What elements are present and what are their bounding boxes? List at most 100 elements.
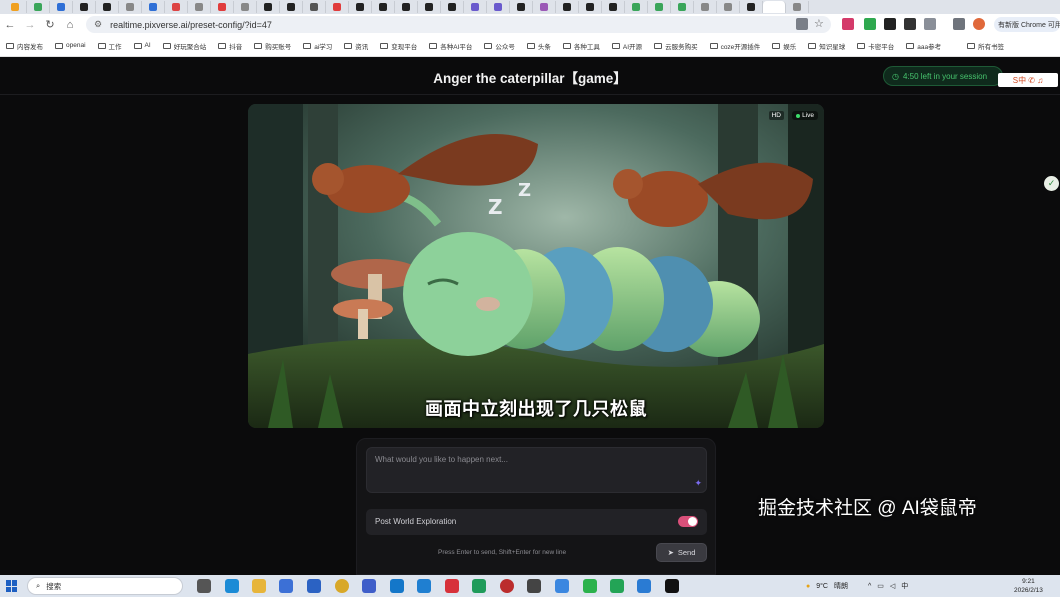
bookmark-item[interactable]: 各种工具: [562, 41, 600, 51]
bookmark-item[interactable]: 资讯: [344, 41, 368, 51]
browser-tab[interactable]: [418, 1, 441, 13]
extension-icon-1[interactable]: [842, 18, 854, 30]
back-icon[interactable]: ←: [0, 15, 20, 35]
browser-tab[interactable]: [211, 1, 234, 13]
browser-tab[interactable]: [119, 1, 142, 13]
taskbar-clock[interactable]: 9:21 2026/2/13: [1014, 577, 1043, 595]
browser-tab[interactable]: [487, 1, 510, 13]
bookmark-item[interactable]: 头条: [526, 41, 551, 51]
tray-chevron-icon[interactable]: ^: [868, 583, 871, 590]
browser-tab[interactable]: [395, 1, 418, 13]
site-info-icon[interactable]: ⚙: [94, 19, 102, 30]
browser-tab[interactable]: [4, 1, 27, 13]
app-icon-14[interactable]: [555, 579, 569, 593]
bookmark-item[interactable]: 卡密平台: [857, 41, 894, 51]
bookmark-item[interactable]: AI: [133, 42, 151, 49]
browser-tab[interactable]: [73, 1, 96, 13]
browser-tab[interactable]: [257, 1, 280, 13]
ime-toolbar[interactable]: S中 ✆ ♫: [998, 73, 1058, 87]
edge-app-icon[interactable]: [225, 579, 239, 593]
prompt-input[interactable]: [375, 455, 675, 464]
browser-tab[interactable]: [326, 1, 349, 13]
bookmark-star-icon[interactable]: ☆: [814, 18, 826, 30]
browser-tab[interactable]: [556, 1, 579, 13]
app-icon-17[interactable]: [637, 579, 651, 593]
browser-tab[interactable]: [349, 1, 372, 13]
taskbar-search[interactable]: ⌕ 搜索: [27, 577, 183, 595]
bookmark-item[interactable]: 公众号: [484, 41, 515, 51]
app-icon-12[interactable]: [500, 579, 514, 593]
extension-icon-2[interactable]: [864, 18, 876, 30]
ie-app-icon[interactable]: [390, 579, 404, 593]
reading-list-icon[interactable]: [953, 18, 965, 30]
bookmark-item[interactable]: openai: [55, 42, 86, 49]
bookmark-item[interactable]: ai学习: [303, 41, 332, 51]
bookmark-item[interactable]: AI开源: [611, 41, 642, 51]
volume-icon[interactable]: ◁: [890, 582, 895, 590]
browser-tab[interactable]: [303, 1, 326, 13]
forward-icon[interactable]: →: [20, 15, 40, 35]
bookmark-item[interactable]: 云服务购买: [654, 41, 698, 51]
app-icon-7[interactable]: [362, 579, 376, 593]
browser-tab[interactable]: [786, 1, 809, 13]
bookmark-item[interactable]: 抖音: [218, 41, 242, 51]
wps-app-icon[interactable]: [445, 579, 459, 593]
bookmark-item[interactable]: 变现平台: [380, 41, 417, 51]
chrome-app-icon[interactable]: [335, 579, 349, 593]
bookmark-item[interactable]: 好玩聚合站: [162, 41, 206, 51]
extension-icon-4[interactable]: [904, 18, 916, 30]
ime-indicator[interactable]: 中: [901, 581, 908, 591]
browser-tab[interactable]: [740, 1, 763, 13]
browser-tab[interactable]: [234, 1, 257, 13]
capcut-app-icon[interactable]: [665, 579, 679, 593]
profile-avatar[interactable]: [973, 18, 985, 30]
send-button[interactable]: ➤ Send: [656, 543, 707, 562]
translate-icon[interactable]: [796, 18, 808, 30]
app-icon-11[interactable]: [472, 579, 486, 593]
address-bar[interactable]: ⚙ realtime.pixverse.ai/preset-config/?id…: [86, 16, 831, 33]
browser-tab[interactable]: [671, 1, 694, 13]
settings-app-icon[interactable]: [527, 579, 541, 593]
browser-tab[interactable]: [280, 1, 303, 13]
browser-tab[interactable]: [464, 1, 487, 13]
browser-tab[interactable]: [441, 1, 464, 13]
browser-tab[interactable]: [96, 1, 119, 13]
bookmark-item[interactable]: 娱乐: [772, 41, 796, 51]
extension-icon-3[interactable]: [884, 18, 896, 30]
file-explorer-icon[interactable]: [252, 579, 266, 593]
home-icon[interactable]: ⌂: [60, 15, 80, 35]
browser-tab[interactable]: [142, 1, 165, 13]
browser-tab[interactable]: [648, 1, 671, 13]
network-icon[interactable]: ▭: [877, 582, 884, 590]
reload-icon[interactable]: ↻: [40, 15, 60, 35]
sparkle-icon[interactable]: ✦: [694, 478, 702, 489]
browser-tab[interactable]: [165, 1, 188, 13]
browser-tab[interactable]: [694, 1, 717, 13]
bookmark-item[interactable]: 工作: [97, 41, 122, 51]
browser-tab[interactable]: [602, 1, 625, 13]
bookmark-item[interactable]: 各种AI平台: [429, 41, 472, 51]
browser-tab[interactable]: [27, 1, 50, 13]
browser-tab[interactable]: [50, 1, 73, 13]
bookmark-item[interactable]: coze开源插件: [709, 41, 760, 51]
bookmark-item[interactable]: 所有书签: [967, 41, 1004, 51]
wechat-app-icon[interactable]: [583, 579, 597, 593]
browser-tab[interactable]: [763, 1, 786, 13]
browser-tab[interactable]: [372, 1, 395, 13]
task-view-icon[interactable]: [197, 579, 211, 593]
browser-tab[interactable]: [625, 1, 648, 13]
windows-start-icon[interactable]: [6, 580, 18, 592]
extensions-puzzle-icon[interactable]: [924, 18, 936, 30]
bookmark-item[interactable]: 知识星球: [808, 41, 845, 51]
bookmark-item[interactable]: 购买账号: [254, 41, 291, 51]
vscode-app-icon[interactable]: [417, 579, 431, 593]
sidebar-toggle-icon[interactable]: ✓: [1044, 176, 1059, 191]
browser-tab[interactable]: [717, 1, 740, 13]
prompt-box[interactable]: ✦: [366, 447, 707, 493]
post-world-exploration-toggle[interactable]: [678, 516, 698, 527]
app-icon-16[interactable]: [610, 579, 624, 593]
browser-tab[interactable]: [533, 1, 556, 13]
bookmark-item[interactable]: 内容发布: [6, 41, 43, 51]
browser-tab[interactable]: [188, 1, 211, 13]
store-app-icon[interactable]: [279, 579, 293, 593]
